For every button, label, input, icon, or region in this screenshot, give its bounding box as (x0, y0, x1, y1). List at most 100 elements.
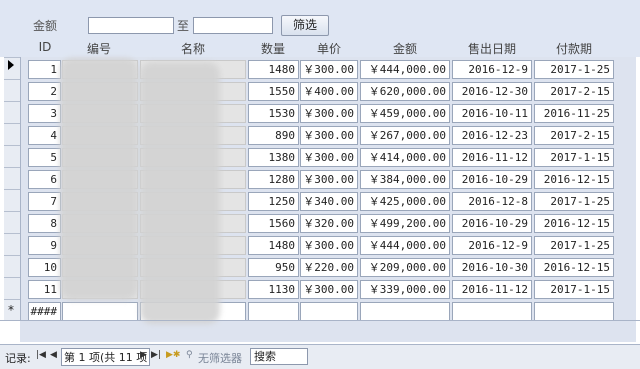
record-selector[interactable] (4, 79, 20, 102)
pay-date-header[interactable]: 付款期 (544, 40, 604, 57)
cell-qty[interactable]: 1530 (248, 104, 299, 123)
cell-id[interactable]: 4 (28, 126, 61, 145)
cell-price[interactable]: ￥300.00 (300, 236, 358, 255)
last-record-icon[interactable]: ▶| (151, 350, 161, 360)
cell-pay[interactable]: 2016-12-15 (534, 170, 614, 189)
cell-qty[interactable]: 1550 (248, 82, 299, 101)
record-selector[interactable] (4, 123, 20, 146)
cell-price[interactable]: ￥300.00 (300, 60, 358, 79)
current-record-field[interactable]: 第 1 项(共 11 项 (61, 348, 151, 366)
cell-qty[interactable]: 1480 (248, 236, 299, 255)
record-selector[interactable] (4, 255, 20, 278)
cell-pay[interactable]: 2017-1-25 (534, 192, 614, 211)
cell-sold[interactable]: 2016-10-29 (452, 170, 532, 189)
qty-header[interactable]: 数量 (243, 40, 303, 57)
cell-price[interactable]: ￥220.00 (300, 258, 358, 277)
cell-qty[interactable]: 950 (248, 258, 299, 277)
record-selector[interactable] (4, 167, 20, 190)
cell-qty[interactable]: 1480 (248, 60, 299, 79)
cell-amount[interactable]: ￥499,200.00 (360, 214, 450, 233)
cell-pay[interactable]: 2017-1-15 (534, 148, 614, 167)
cell-id[interactable]: 6 (28, 170, 61, 189)
cell-id[interactable]: 9 (28, 236, 61, 255)
cell-amount[interactable]: ￥444,000.00 (360, 60, 450, 79)
name-header[interactable]: 名称 (163, 40, 223, 57)
cell-qty[interactable]: 890 (248, 126, 299, 145)
cell-qty[interactable]: 1250 (248, 192, 299, 211)
cell-price[interactable]: ￥300.00 (300, 126, 358, 145)
amount-from-input[interactable] (88, 17, 174, 34)
code-header[interactable]: 编号 (69, 40, 129, 57)
search-input[interactable]: 搜索 (250, 348, 308, 365)
record-selector[interactable] (4, 211, 20, 234)
price-header[interactable]: 单价 (299, 40, 359, 57)
new-row-price[interactable] (300, 302, 358, 321)
cell-sold[interactable]: 2016-12-9 (452, 236, 532, 255)
cell-pay[interactable]: 2016-12-15 (534, 258, 614, 277)
cell-sold[interactable]: 2016-12-23 (452, 126, 532, 145)
filter-button[interactable]: 筛选 (281, 15, 329, 36)
cell-pay[interactable]: 2017-2-15 (534, 126, 614, 145)
cell-id[interactable]: 8 (28, 214, 61, 233)
amount-header[interactable]: 金额 (375, 40, 435, 57)
cell-sold[interactable]: 2016-12-30 (452, 82, 532, 101)
cell-id[interactable]: 3 (28, 104, 61, 123)
record-selector[interactable] (4, 145, 20, 168)
new-row-amount[interactable] (360, 302, 450, 321)
cell-qty[interactable]: 1280 (248, 170, 299, 189)
cell-amount[interactable]: ￥414,000.00 (360, 148, 450, 167)
new-record-icon[interactable]: ▶✱ (166, 350, 180, 360)
cell-price[interactable]: ￥320.00 (300, 214, 358, 233)
cell-pay[interactable]: 2017-2-15 (534, 82, 614, 101)
previous-record-icon[interactable]: ◀ (50, 350, 57, 360)
next-record-icon[interactable]: ▶ (140, 350, 147, 360)
cell-sold[interactable]: 2016-10-11 (452, 104, 532, 123)
cell-sold[interactable]: 2016-11-12 (452, 148, 532, 167)
cell-qty[interactable]: 1560 (248, 214, 299, 233)
cell-pay[interactable]: 2016-11-25 (534, 104, 614, 123)
record-selector[interactable] (4, 101, 20, 124)
cell-id[interactable]: 10 (28, 258, 61, 277)
cell-amount[interactable]: ￥620,000.00 (360, 82, 450, 101)
record-selector[interactable] (4, 233, 20, 256)
record-selector[interactable] (4, 277, 20, 300)
cell-amount[interactable]: ￥444,000.00 (360, 236, 450, 255)
cell-sold[interactable]: 2016-10-29 (452, 214, 532, 233)
cell-amount[interactable]: ￥339,000.00 (360, 280, 450, 299)
cell-price[interactable]: ￥300.00 (300, 280, 358, 299)
sold-date-header[interactable]: 售出日期 (462, 40, 522, 57)
filter-status[interactable]: 无筛选器 (198, 350, 242, 366)
new-row-pay[interactable] (534, 302, 614, 321)
record-selector[interactable] (4, 189, 20, 212)
cell-id[interactable]: 5 (28, 148, 61, 167)
cell-amount[interactable]: ￥209,000.00 (360, 258, 450, 277)
cell-id[interactable]: 2 (28, 82, 61, 101)
cell-sold[interactable]: 2016-12-8 (452, 192, 532, 211)
cell-pay[interactable]: 2017-1-15 (534, 280, 614, 299)
cell-id[interactable]: 1 (28, 60, 61, 79)
cell-pay[interactable]: 2017-1-25 (534, 60, 614, 79)
cell-pay[interactable]: 2017-1-25 (534, 236, 614, 255)
cell-sold[interactable]: 2016-12-9 (452, 60, 532, 79)
cell-pay[interactable]: 2016-12-15 (534, 214, 614, 233)
new-row-id[interactable]: #### (28, 302, 61, 321)
cell-sold[interactable]: 2016-10-30 (452, 258, 532, 277)
id-header[interactable]: ID (15, 40, 75, 54)
record-selector[interactable] (4, 57, 20, 80)
cell-qty[interactable]: 1380 (248, 148, 299, 167)
cell-sold[interactable]: 2016-11-12 (452, 280, 532, 299)
cell-amount[interactable]: ￥425,000.00 (360, 192, 450, 211)
amount-to-input[interactable] (193, 17, 273, 34)
new-row-sold[interactable] (452, 302, 532, 321)
cell-price[interactable]: ￥300.00 (300, 170, 358, 189)
cell-amount[interactable]: ￥384,000.00 (360, 170, 450, 189)
first-record-icon[interactable]: |◀ (36, 350, 46, 360)
cell-id[interactable]: 7 (28, 192, 61, 211)
cell-price[interactable]: ￥300.00 (300, 148, 358, 167)
cell-amount[interactable]: ￥459,000.00 (360, 104, 450, 123)
new-row-code[interactable] (62, 302, 138, 321)
cell-price[interactable]: ￥340.00 (300, 192, 358, 211)
cell-amount[interactable]: ￥267,000.00 (360, 126, 450, 145)
cell-price[interactable]: ￥400.00 (300, 82, 358, 101)
new-row-qty[interactable] (248, 302, 299, 321)
